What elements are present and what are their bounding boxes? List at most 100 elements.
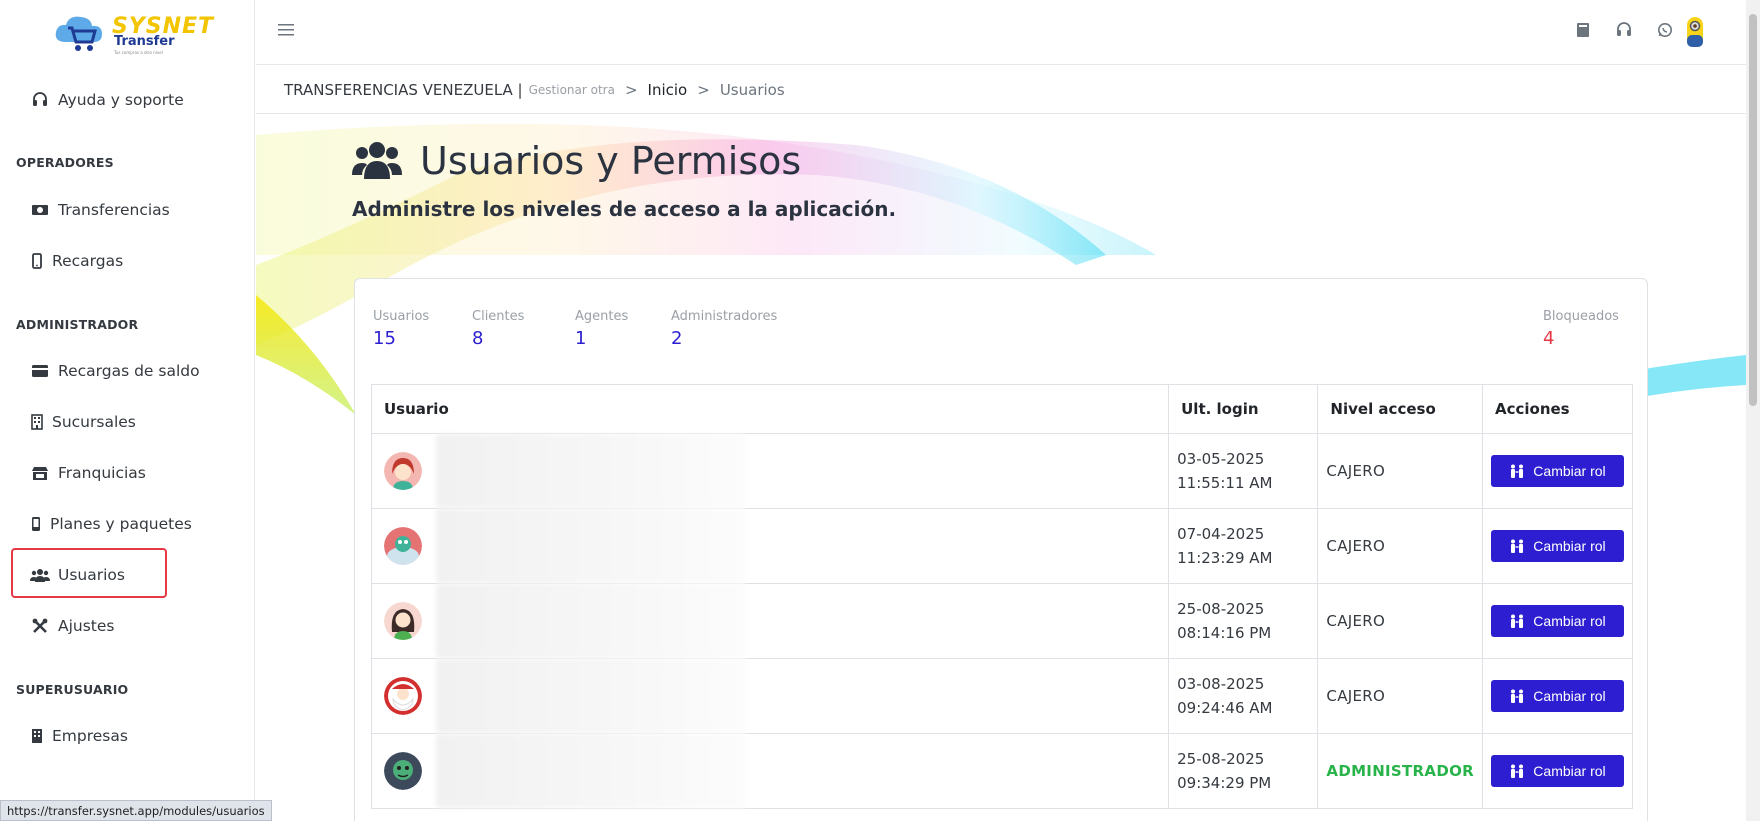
stat-administradores: Administradores 2: [671, 309, 777, 349]
sidebar-item-label: Ajustes: [58, 617, 115, 635]
breadcrumb-separator: >: [697, 80, 710, 99]
change-role-label: Cambiar rol: [1533, 613, 1606, 629]
access-level-cell: CAJERO: [1317, 508, 1483, 584]
user-avatar: [384, 527, 422, 565]
stat-usuarios: Usuarios 15: [373, 309, 429, 349]
sidebar-item-sucursales[interactable]: Sucursales: [30, 402, 136, 442]
change-role-label: Cambiar rol: [1533, 463, 1606, 479]
stat-value: 4: [1543, 328, 1555, 349]
building-solid-icon: [30, 726, 44, 746]
scrollbar-thumb[interactable]: [1749, 14, 1757, 406]
column-header-access-level[interactable]: Nivel acceso: [1317, 384, 1483, 434]
headset-icon[interactable]: [1614, 20, 1633, 39]
change-role-button[interactable]: Cambiar rol: [1490, 605, 1624, 637]
sidebar-item-planes[interactable]: Planes y paquetes: [30, 504, 192, 544]
actions-cell: Cambiar rol: [1481, 583, 1634, 659]
column-header-user[interactable]: Usuario: [370, 384, 1170, 434]
blurred-user-info: [436, 509, 746, 583]
user-cell: [370, 433, 1170, 509]
app-logo[interactable]: SYSNET Transfer Tus compras a otro nivel: [52, 12, 213, 56]
logo-tagline: Tus compras a otro nivel: [114, 50, 163, 55]
login-time: 09:24:46 AM: [1177, 699, 1273, 717]
user-cell: [370, 508, 1170, 584]
logo-product: Transfer: [114, 34, 175, 49]
stat-bloqueados: Bloqueados 4: [1543, 309, 1619, 349]
users-card: Usuarios 15 Clientes 8 Agentes 1 Adminis…: [354, 278, 1648, 821]
store-icon: [30, 463, 50, 483]
table-row: 07-04-2025 11:23:29 AM CAJERO Cambiar ro…: [370, 508, 1634, 584]
active-item-highlight: [11, 548, 167, 598]
sidebar-item-empresas[interactable]: Empresas: [30, 716, 128, 756]
blurred-user-info: [436, 734, 746, 808]
table-row: 03-05-2025 11:55:11 AM CAJERO Cambiar ro…: [370, 433, 1634, 509]
sidebar: SYSNET Transfer Tus compras a otro nivel…: [0, 0, 255, 821]
actions-cell: Cambiar rol: [1481, 433, 1634, 509]
access-level-cell: CAJERO: [1317, 583, 1483, 659]
change-role-button[interactable]: Cambiar rol: [1490, 455, 1624, 487]
tools-icon: [30, 616, 50, 636]
blurred-user-info: [436, 584, 746, 658]
user-avatar[interactable]: [1684, 15, 1706, 49]
manage-other-link[interactable]: Gestionar otra: [529, 83, 615, 97]
sidebar-item-recargas-saldo[interactable]: Recargas de saldo: [30, 351, 200, 391]
sidebar-item-franquicias[interactable]: Franquicias: [30, 453, 146, 493]
column-header-last-login[interactable]: Ult. login: [1168, 384, 1319, 434]
book-icon[interactable]: [1573, 20, 1592, 39]
sidebar-item-support[interactable]: Ayuda y soporte: [30, 80, 184, 120]
sidebar-item-recargas[interactable]: Recargas: [30, 241, 123, 281]
hamburger-menu-icon[interactable]: [278, 22, 296, 40]
page-title-text: Usuarios y Permisos: [420, 139, 802, 183]
blurred-user-info: [436, 434, 746, 508]
user-avatar: [384, 452, 422, 490]
people-arrows-icon: [1511, 614, 1524, 628]
top-bar: [256, 0, 1760, 65]
access-level-cell: ADMINISTRADOR: [1317, 733, 1483, 809]
section-administrador: ADMINISTRADOR: [16, 317, 139, 332]
section-operadores: OPERADORES: [16, 155, 114, 170]
sidebar-item-transferencias[interactable]: Transferencias: [30, 190, 170, 230]
stat-clientes: Clientes 8: [472, 309, 524, 349]
last-login-cell: 07-04-2025 11:23:29 AM: [1168, 508, 1319, 584]
sidebar-item-label: Franquicias: [58, 464, 146, 482]
change-role-button[interactable]: Cambiar rol: [1490, 530, 1624, 562]
sidebar-item-label: Empresas: [52, 727, 128, 745]
people-arrows-icon: [1511, 464, 1524, 478]
sidebar-item-label: Recargas: [52, 252, 124, 270]
page-scrollbar[interactable]: [1746, 0, 1760, 821]
stat-label: Usuarios: [373, 309, 430, 324]
breadcrumb-separator: >: [624, 80, 638, 99]
change-role-button[interactable]: Cambiar rol: [1490, 680, 1624, 712]
user-stats: Usuarios 15 Clientes 8 Agentes 1 Adminis…: [373, 309, 1628, 359]
last-login-cell: 25-08-2025 08:14:16 PM: [1168, 583, 1319, 659]
access-level: CAJERO: [1326, 462, 1386, 480]
sidebar-item-ajustes[interactable]: Ajustes: [30, 606, 115, 646]
user-avatar: [384, 752, 422, 790]
last-login-cell: 25-08-2025 09:34:29 PM: [1168, 733, 1319, 809]
money-bill-icon: [30, 200, 50, 220]
stat-value: 8: [472, 328, 484, 349]
change-role-label: Cambiar rol: [1533, 763, 1606, 779]
access-level: ADMINISTRADOR: [1326, 762, 1474, 780]
stat-label: Administradores: [671, 309, 778, 324]
table-row: 03-08-2025 09:24:46 AM CAJERO Cambiar ro…: [370, 658, 1634, 734]
breadcrumb-home-link[interactable]: Inicio: [648, 81, 688, 99]
change-role-button[interactable]: Cambiar rol: [1490, 755, 1624, 787]
users-icon: [352, 139, 404, 183]
sidebar-item-label: Transferencias: [58, 201, 170, 219]
table-row: 25-08-2025 08:14:16 PM CAJERO Cambiar ro…: [370, 583, 1634, 659]
sidebar-item-label: Recargas de saldo: [58, 362, 200, 380]
login-date: 03-08-2025: [1177, 675, 1265, 693]
user-avatar: [384, 677, 422, 715]
stat-value: 15: [373, 328, 396, 349]
whatsapp-icon[interactable]: [1655, 20, 1674, 39]
table-row: 25-08-2025 09:34:29 PM ADMINISTRADOR Cam…: [370, 733, 1634, 809]
building-icon: [30, 412, 44, 432]
last-login-cell: 03-08-2025 09:24:46 AM: [1168, 658, 1319, 734]
login-time: 11:55:11 AM: [1177, 474, 1273, 492]
change-role-label: Cambiar rol: [1533, 688, 1606, 704]
stat-label: Clientes: [472, 309, 525, 324]
people-arrows-icon: [1511, 764, 1524, 778]
people-arrows-icon: [1511, 689, 1524, 703]
actions-cell: Cambiar rol: [1481, 508, 1634, 584]
user-cell: [370, 583, 1170, 659]
